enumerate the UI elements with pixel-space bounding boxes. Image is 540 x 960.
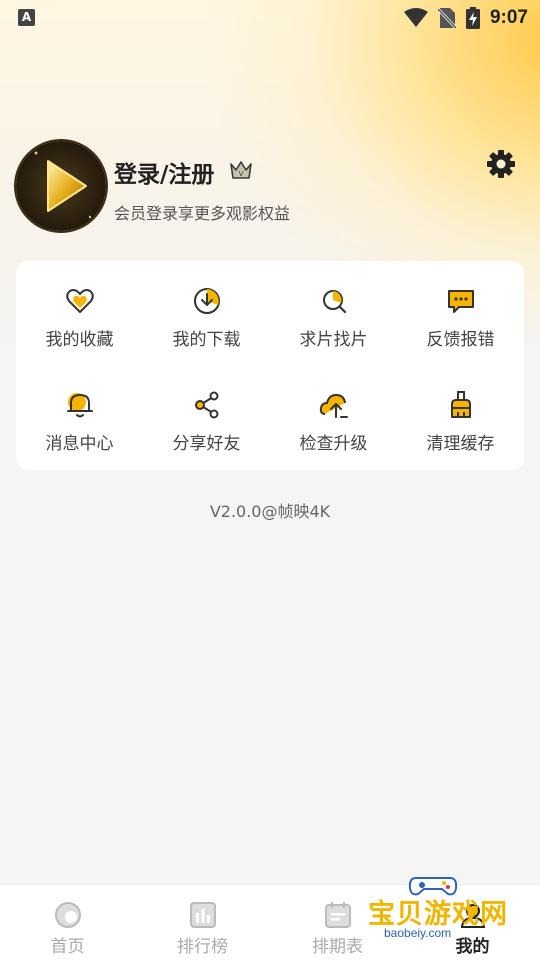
download-icon <box>193 288 220 314</box>
tab-home[interactable]: 首页 <box>0 885 135 960</box>
no-sim-icon <box>437 7 456 29</box>
menu-item-feedback[interactable]: 反馈报错 <box>397 263 524 367</box>
clock: 9:07 <box>489 7 528 28</box>
menu-item-label: 检查升级 <box>299 434 368 454</box>
chart-icon <box>189 902 216 928</box>
menu-item-label: 反馈报错 <box>426 330 495 350</box>
status-bar: A 9:07 <box>0 0 540 36</box>
menu-item-label: 消息中心 <box>45 434 114 454</box>
home-icon <box>54 902 81 928</box>
user-icon <box>460 904 485 928</box>
function-menu-card: 我的收藏 我的下载 求片找片 反馈报错 消息中心 分享好友 检查升级 清理缓存 <box>16 261 524 470</box>
avatar[interactable] <box>16 141 106 231</box>
bell-icon <box>66 393 93 418</box>
version-text: V2.0.0@帧映4K <box>209 502 331 521</box>
upgrade-icon <box>319 394 348 418</box>
gear-icon[interactable] <box>486 149 516 179</box>
tab-ranking[interactable]: 排行榜 <box>135 885 270 960</box>
nav-label: 排行榜 <box>177 937 228 957</box>
notification-a-icon: A <box>18 9 35 26</box>
nav-label: 首页 <box>50 937 85 957</box>
login-register-link[interactable]: 登录/注册 <box>114 155 214 189</box>
menu-item-label: 我的下载 <box>172 330 241 350</box>
battery-charging-icon <box>465 7 480 29</box>
heart-icon <box>65 289 94 313</box>
profile-header: 登录/注册 V 会员登录享更多观影权益 <box>16 141 524 233</box>
nav-label: 排期表 <box>312 937 363 957</box>
nav-label: 我的 <box>455 937 490 957</box>
menu-item-label: 清理缓存 <box>426 434 495 454</box>
broom-icon <box>450 391 471 418</box>
bottom-navigation: 首页 排行榜 排期表 我的 <box>0 884 540 960</box>
menu-item-label: 分享好友 <box>172 434 241 454</box>
menu-item-label: 我的收藏 <box>45 330 114 350</box>
tab-mine[interactable]: 我的 <box>405 885 540 960</box>
feedback-icon <box>447 290 474 313</box>
menu-item-downloads[interactable]: 我的下载 <box>143 263 270 367</box>
tab-schedule[interactable]: 排期表 <box>270 885 405 960</box>
menu-item-clear-cache[interactable]: 清理缓存 <box>397 367 524 471</box>
profile-subtitle: 会员登录享更多观影权益 <box>114 204 291 223</box>
search-icon <box>322 290 346 314</box>
play-logo-icon <box>34 151 92 219</box>
menu-item-favorites[interactable]: 我的收藏 <box>16 263 143 367</box>
menu-item-upgrade[interactable]: 检查升级 <box>270 367 397 471</box>
calendar-icon <box>324 902 351 928</box>
status-icons: 9:07 <box>403 6 528 30</box>
menu-item-request[interactable]: 求片找片 <box>270 263 397 367</box>
svg-text:V: V <box>239 170 244 178</box>
crown-icon: V <box>230 161 252 179</box>
share-icon <box>194 391 218 419</box>
menu-item-messages[interactable]: 消息中心 <box>16 367 143 471</box>
wifi-icon <box>403 8 428 27</box>
menu-item-label: 求片找片 <box>299 330 368 350</box>
menu-item-share[interactable]: 分享好友 <box>143 367 270 471</box>
